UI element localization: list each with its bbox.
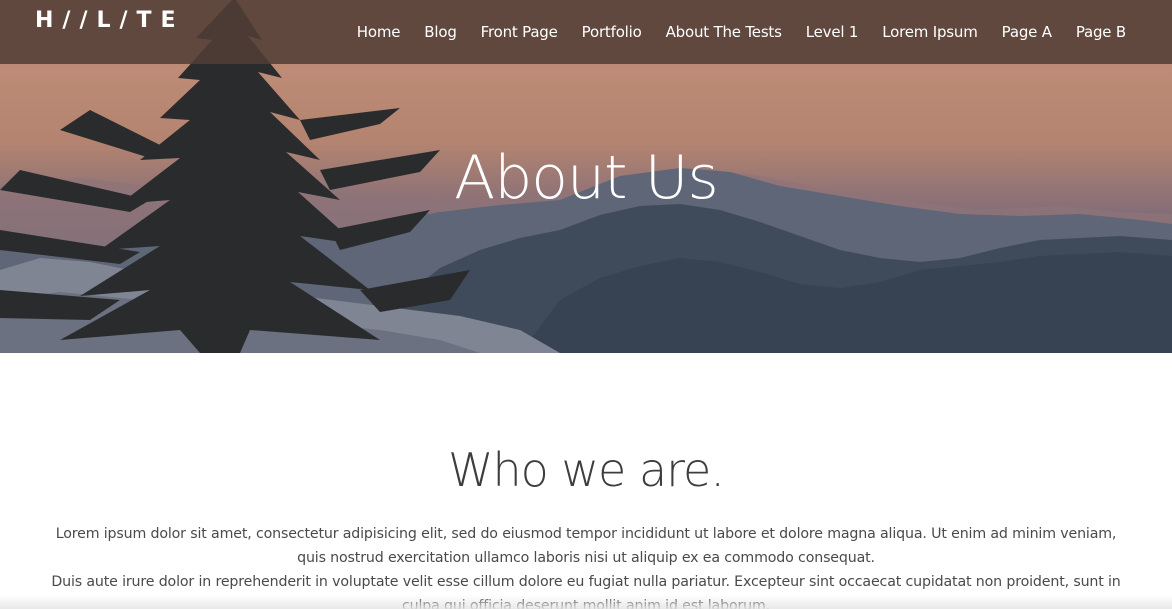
- nav-item-front-page[interactable]: Front Page: [481, 19, 558, 45]
- nav-item-level-1[interactable]: Level 1: [806, 19, 859, 45]
- nav-item-about-the-tests[interactable]: About The Tests: [666, 19, 782, 45]
- main-nav: Home Blog Front Page Portfolio About The…: [357, 19, 1126, 45]
- section-heading: Who we are.: [448, 443, 725, 497]
- site-header: H//L/TE Home Blog Front Page Portfolio A…: [0, 0, 1172, 64]
- nav-item-blog[interactable]: Blog: [424, 19, 457, 45]
- page: About Us H//L/TE Home Blog Front Page Po…: [0, 0, 1172, 609]
- site-logo[interactable]: H//L/TE: [35, 6, 185, 36]
- intro-paragraph: Lorem ipsum dolor sit amet, consectetur …: [55, 526, 1117, 566]
- hero-title: About Us: [454, 143, 719, 213]
- nav-item-home[interactable]: Home: [357, 19, 401, 45]
- nav-item-page-b[interactable]: Page B: [1076, 19, 1126, 45]
- main-content: Who we are. Lorem ipsum dolor sit amet, …: [0, 353, 1172, 609]
- nav-item-page-a[interactable]: Page A: [1002, 19, 1052, 45]
- bottom-fade: [0, 595, 1172, 609]
- nav-item-lorem-ipsum[interactable]: Lorem Ipsum: [882, 19, 978, 45]
- nav-item-portfolio[interactable]: Portfolio: [582, 19, 642, 45]
